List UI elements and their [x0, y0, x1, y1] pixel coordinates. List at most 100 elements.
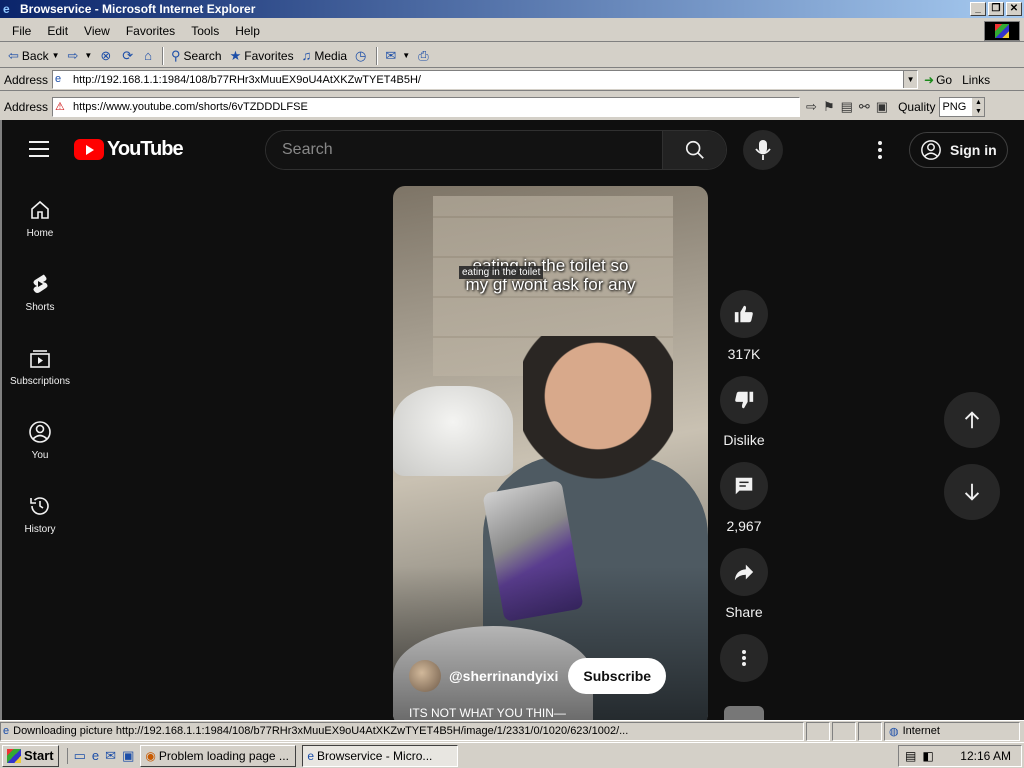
- subscribe-button[interactable]: Subscribe: [568, 658, 667, 694]
- youtube-play-icon: [74, 139, 104, 160]
- menu-help[interactable]: Help: [227, 24, 268, 38]
- media-button[interactable]: ♫ Media: [298, 45, 351, 67]
- menu-file[interactable]: File: [4, 24, 39, 38]
- dislike-label: Dislike: [723, 432, 765, 448]
- globe-icon: ◍: [889, 725, 899, 738]
- mail-button[interactable]: ✉ ▼: [381, 45, 414, 67]
- media-label: Media: [314, 48, 348, 63]
- restore-button[interactable]: ❐: [988, 2, 1004, 16]
- quick-launch: ▭ e ✉ ▣: [66, 747, 134, 764]
- back-arrow-icon: ⇦: [8, 47, 19, 63]
- taskbar-item-problem-loading[interactable]: ◉ Problem loading page ...: [140, 744, 297, 767]
- clipboard-icon[interactable]: ▤: [841, 99, 853, 115]
- sign-in-label: Sign in: [950, 142, 997, 158]
- ie-icon[interactable]: e: [92, 748, 99, 764]
- inner-address-label: Address: [4, 100, 49, 114]
- menu-tools[interactable]: Tools: [183, 24, 227, 38]
- tray-app-icon[interactable]: ◧: [922, 749, 933, 763]
- more-vertical-icon: [742, 650, 746, 666]
- sidebar-item-subscriptions[interactable]: Subscriptions: [2, 328, 78, 402]
- inner-address-input[interactable]: ⚠ https://www.youtube.com/shorts/6vTZDDD…: [52, 97, 801, 117]
- taskbar-item-browservice[interactable]: e Browservice - Micro...: [302, 744, 459, 767]
- previous-video-button[interactable]: [944, 392, 1000, 448]
- search-button[interactable]: [662, 131, 726, 169]
- sound-thumbnail[interactable]: [724, 706, 764, 720]
- links-button[interactable]: Links: [962, 73, 990, 87]
- chevron-down-icon[interactable]: ▼: [402, 51, 410, 60]
- find-icon[interactable]: ⚯: [859, 99, 870, 115]
- clock[interactable]: 12:16 AM: [960, 749, 1011, 763]
- sidebar-item-shorts[interactable]: Shorts: [2, 254, 78, 328]
- search-button[interactable]: ⚲ Search: [167, 45, 226, 67]
- search-input[interactable]: Search: [266, 131, 662, 169]
- youtube-logo-text: YouTube: [107, 138, 184, 160]
- sidebar-item-home[interactable]: Home: [2, 180, 78, 254]
- refresh-button[interactable]: ⟳: [118, 45, 140, 67]
- channel-handle[interactable]: @sherrinandyixi: [449, 668, 558, 684]
- system-tray: ▤ ◧ 12:16 AM: [898, 745, 1022, 767]
- forward-button[interactable]: ⇨ ▼: [64, 45, 97, 67]
- paste-icon[interactable]: ▣: [876, 99, 888, 115]
- start-button[interactable]: Start: [2, 744, 59, 767]
- stop-button[interactable]: ⊗: [96, 45, 118, 67]
- share-icon: [734, 564, 754, 581]
- quality-value: PNG: [942, 101, 967, 113]
- more-options-button[interactable]: [720, 634, 768, 682]
- quality-label: Quality: [898, 100, 936, 114]
- window-title-bar[interactable]: e Browservice - Microsoft Internet Explo…: [0, 0, 1024, 18]
- voice-search-button[interactable]: [743, 130, 783, 170]
- quality-select[interactable]: PNG ▲ ▼: [939, 97, 986, 117]
- comments-button[interactable]: [720, 462, 768, 510]
- history-icon: [30, 497, 49, 515]
- menu-edit[interactable]: Edit: [39, 24, 76, 38]
- account-icon: [921, 140, 941, 160]
- show-desktop-icon[interactable]: ▭: [74, 748, 86, 764]
- print-button[interactable]: ⎙: [414, 45, 435, 67]
- outlook-icon[interactable]: ✉: [105, 748, 116, 764]
- sidebar-item-history[interactable]: History: [2, 476, 78, 550]
- sidebar: Home Shorts Subscriptions You History: [2, 180, 78, 550]
- back-label: Back: [21, 48, 49, 63]
- folder-icon[interactable]: ▣: [122, 748, 134, 764]
- bookmark-icon[interactable]: ⚑: [823, 99, 835, 115]
- sidebar-item-you[interactable]: You: [2, 402, 78, 476]
- menu-view[interactable]: View: [76, 24, 118, 38]
- close-button[interactable]: ✕: [1006, 2, 1022, 16]
- address-input[interactable]: e http://192.168.1.1:1984/108/b77RHr3xMu…: [52, 70, 919, 89]
- refresh-icon: ⟳: [122, 47, 134, 63]
- go-button[interactable]: ➜ Go: [924, 73, 952, 87]
- favorites-label: Favorites: [244, 48, 294, 63]
- navigate-go-icon[interactable]: ⇨: [806, 99, 817, 115]
- short-video-player[interactable]: eating in the toilet so my gf wont ask f…: [393, 186, 708, 720]
- favorites-button[interactable]: ★ Favorites: [226, 45, 298, 67]
- standard-toolbar: ⇦ Back ▼ ⇨ ▼ ⊗ ⟳ ⌂ ⚲ Search ★ Favorites …: [0, 44, 1024, 68]
- youtube-header: YouTube Search Sign in: [2, 120, 1024, 180]
- address-label: Address: [4, 72, 49, 87]
- sign-in-button[interactable]: Sign in: [909, 132, 1008, 168]
- hamburger-menu-icon[interactable]: [29, 141, 49, 157]
- like-button[interactable]: [720, 290, 768, 338]
- taskbar-item-label: Browservice - Micro...: [317, 748, 433, 763]
- avatar[interactable]: [409, 660, 441, 692]
- settings-menu-icon[interactable]: [868, 138, 892, 162]
- menu-favorites[interactable]: Favorites: [118, 24, 183, 38]
- you-icon: [29, 421, 51, 443]
- home-button[interactable]: ⌂: [140, 45, 159, 67]
- spinner-icon[interactable]: ▲ ▼: [972, 98, 985, 116]
- address-dropdown-icon[interactable]: ▼: [903, 71, 918, 88]
- taskbar: Start ▭ e ✉ ▣ ◉ Problem loading page ...…: [0, 742, 1024, 768]
- status-cell: [858, 721, 882, 741]
- video-frame-sink: [393, 386, 513, 476]
- network-icon[interactable]: ▤: [905, 749, 916, 763]
- chevron-down-icon[interactable]: ▼: [52, 51, 60, 60]
- dislike-button[interactable]: [720, 376, 768, 424]
- youtube-viewport: YouTube Search Sign in Home Shorts Subsc: [0, 120, 1024, 720]
- next-video-button[interactable]: [944, 464, 1000, 520]
- chevron-down-icon[interactable]: ▼: [84, 51, 92, 60]
- minimize-button[interactable]: _: [970, 2, 986, 16]
- back-button[interactable]: ⇦ Back ▼: [4, 45, 64, 67]
- youtube-logo[interactable]: YouTube: [74, 138, 184, 161]
- share-button[interactable]: [720, 548, 768, 596]
- history-button[interactable]: ◷: [351, 45, 373, 67]
- video-description[interactable]: ITS NOT WHAT YOU THIN—: [409, 706, 566, 720]
